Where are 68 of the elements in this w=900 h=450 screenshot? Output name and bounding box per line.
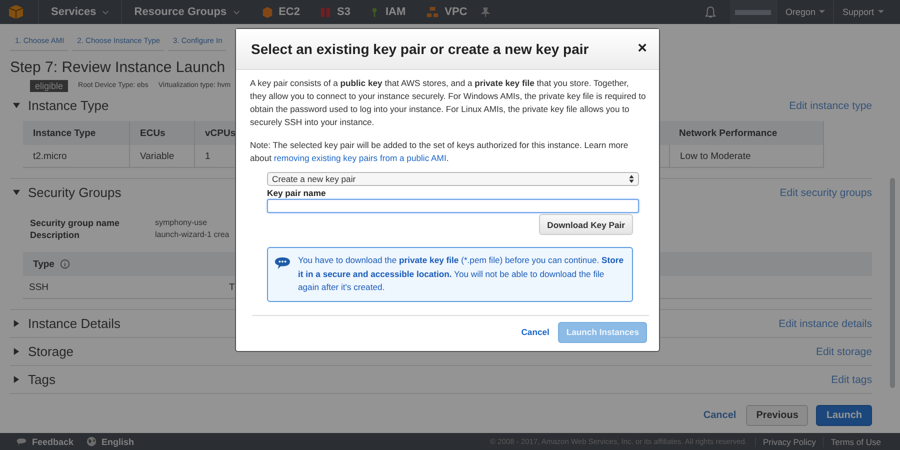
support-menu[interactable]: Support xyxy=(833,0,892,24)
chat-bubble-icon xyxy=(274,255,291,270)
section-title[interactable]: Security Groups xyxy=(28,185,122,200)
scrollbar-thumb[interactable] xyxy=(890,178,894,388)
remove-key-pairs-link[interactable]: removing existing key pairs from a public AMI xyxy=(274,153,446,163)
expand-triangle-icon[interactable] xyxy=(13,102,20,109)
cube-icon xyxy=(262,6,273,18)
footer-link[interactable]: Terms of Use xyxy=(822,436,888,446)
footer-link[interactable]: Privacy Policy xyxy=(755,436,823,446)
key-pair-select[interactable]: Create a new key pair xyxy=(267,172,639,186)
service-shortcut[interactable]: VPC xyxy=(416,6,478,18)
caret-icon xyxy=(878,10,884,14)
expand-triangle-icon[interactable] xyxy=(13,348,20,355)
bell-icon[interactable] xyxy=(705,6,716,18)
caret-icon xyxy=(819,10,826,14)
globe-icon xyxy=(86,436,97,447)
detail-label: Security group name xyxy=(30,218,121,228)
up-down-arrows-icon xyxy=(629,175,634,183)
close-button[interactable]: × xyxy=(634,40,651,58)
column-header: Instance Type xyxy=(23,121,130,145)
detail-value: symphony-use xyxy=(155,218,208,228)
caret-icon xyxy=(102,10,110,14)
column-header: Type xyxy=(23,252,223,276)
nav-menu[interactable]: Resource Groups xyxy=(121,0,252,24)
dialog-title: Select an existing key pair or create a new key pair xyxy=(251,41,590,57)
expand-triangle-icon[interactable] xyxy=(13,189,20,196)
key-icon xyxy=(370,6,380,18)
expand-triangle-icon[interactable] xyxy=(13,376,20,383)
cube-logo-icon[interactable] xyxy=(8,4,24,20)
column-header: ECUs xyxy=(130,121,195,145)
table-cell: Low to Moderate xyxy=(669,145,824,168)
field-label: Key pair name xyxy=(267,188,327,198)
detail-value: launch-wizard-1 crea xyxy=(155,230,230,240)
chat-bubble-icon xyxy=(16,436,27,447)
region-menu[interactable]: Oregon xyxy=(776,0,834,24)
expand-triangle-icon[interactable] xyxy=(13,320,20,327)
edit-link[interactable]: Edit instance type xyxy=(789,100,872,112)
edit-link[interactable]: Edit storage xyxy=(816,346,872,358)
cancel-link[interactable]: Cancel xyxy=(703,410,736,421)
table-cell: t2.micro xyxy=(23,145,130,168)
section-title[interactable]: Instance Details xyxy=(28,316,120,331)
page-title: Step 7: Review Instance Launch xyxy=(10,58,226,78)
service-shortcut[interactable]: IAM xyxy=(360,6,416,18)
edit-link[interactable]: Edit security groups xyxy=(780,186,872,198)
table-cell: SSH xyxy=(23,276,223,299)
nav-menu[interactable]: Services xyxy=(38,0,122,24)
section-title[interactable]: Storage xyxy=(28,344,74,359)
eligible-badge: eligible xyxy=(30,80,68,92)
previous-button[interactable]: Previous xyxy=(746,405,808,426)
network-icon xyxy=(426,6,439,18)
edit-link[interactable]: Edit instance details xyxy=(778,318,872,330)
download-key-pair-button[interactable]: Download Key Pair xyxy=(539,214,633,235)
caret-icon xyxy=(232,10,240,14)
section-title[interactable]: Instance Type xyxy=(28,98,109,113)
edit-link[interactable]: Edit tags xyxy=(831,374,872,386)
key-pair-name-field[interactable] xyxy=(267,199,639,213)
detail-label: Description xyxy=(30,230,81,240)
service-shortcut[interactable]: EC2 xyxy=(252,6,310,18)
footer-link[interactable]: English xyxy=(82,436,142,447)
info-icon[interactable] xyxy=(60,259,70,269)
section-title[interactable]: Tags xyxy=(28,372,56,387)
table-cell: Variable xyxy=(130,145,195,168)
service-shortcut[interactable]: S3 xyxy=(310,6,360,18)
cancel-link[interactable]: Cancel xyxy=(521,327,550,337)
launch-button[interactable]: Launch xyxy=(816,405,872,426)
footer-link[interactable]: Feedback xyxy=(12,436,82,447)
pin-icon[interactable] xyxy=(481,6,490,18)
column-header: Network Performance xyxy=(669,121,824,145)
